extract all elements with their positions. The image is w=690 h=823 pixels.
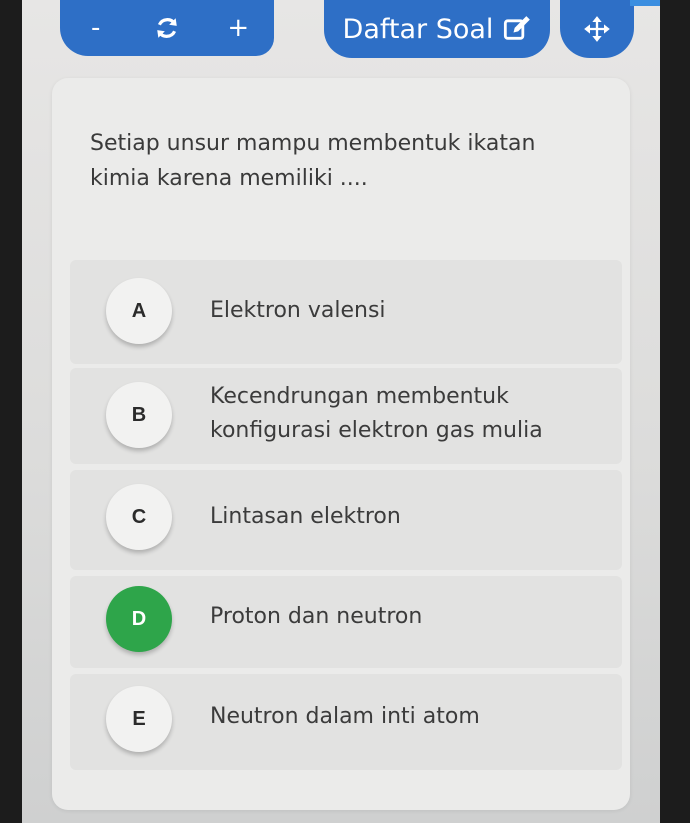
toolbar: - + Daftar Soal: [22, 0, 660, 70]
option-text: Proton dan neutron: [210, 604, 423, 629]
option-letter-badge[interactable]: E: [106, 686, 172, 752]
refresh-button[interactable]: [147, 8, 187, 48]
question-card: Setiap unsur mampu membentuk ikatan kimi…: [52, 78, 630, 810]
question-text: Setiap unsur mampu membentuk ikatan kimi…: [90, 131, 536, 191]
option-c[interactable]: C Lintasan elektron: [70, 470, 622, 570]
option-text: Kecendrungan membentuk konfigurasi elekt…: [210, 384, 543, 443]
decrease-font-button[interactable]: -: [76, 8, 116, 48]
screen: - + Daftar Soal Setiap unsur mampu membe…: [22, 0, 660, 823]
option-letter-badge[interactable]: B: [106, 382, 172, 448]
option-letter-badge[interactable]: D: [106, 586, 172, 652]
option-d[interactable]: D Proton dan neutron: [70, 576, 622, 668]
option-text: Lintasan elektron: [210, 504, 401, 529]
option-a[interactable]: A Elektron valensi: [70, 260, 622, 364]
option-e[interactable]: E Neutron dalam inti atom: [70, 674, 622, 770]
font-size-button-group: - +: [60, 0, 274, 56]
daftar-soal-label: Daftar Soal: [342, 13, 494, 45]
refresh-icon: [157, 18, 177, 38]
option-letter-badge[interactable]: C: [106, 484, 172, 550]
option-b[interactable]: B Kecendrungan membentuk konfigurasi ele…: [70, 368, 622, 464]
move-button[interactable]: [560, 0, 634, 58]
status-strip: [630, 0, 660, 6]
daftar-soal-button[interactable]: Daftar Soal: [324, 0, 550, 58]
move-icon: [584, 16, 610, 42]
edit-icon: [504, 16, 531, 40]
option-letter-badge[interactable]: A: [106, 278, 172, 344]
option-text: Elektron valensi: [210, 298, 386, 323]
option-text: Neutron dalam inti atom: [210, 704, 480, 729]
increase-font-button[interactable]: +: [218, 8, 258, 48]
